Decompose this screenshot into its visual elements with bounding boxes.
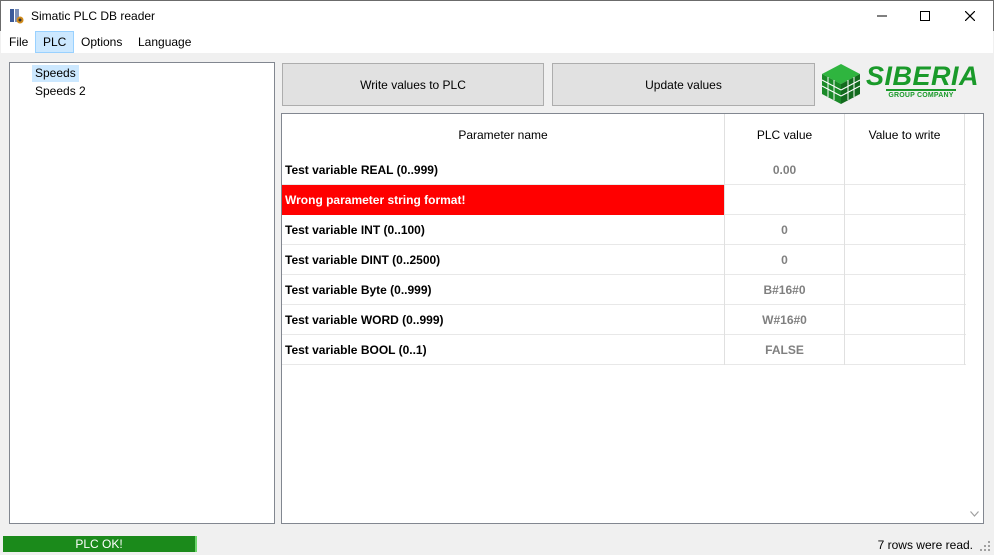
value-to-write-cell[interactable] <box>845 185 965 215</box>
value-to-write-cell[interactable] <box>845 245 965 275</box>
table-row[interactable]: Test variable DINT (0..2500) 0 <box>282 245 966 275</box>
close-icon <box>965 11 975 21</box>
minimize-button[interactable] <box>859 1 905 31</box>
tree-item-speeds-2[interactable]: Speeds 2 <box>32 83 89 100</box>
table-row[interactable]: Test variable WORD (0..999) W#16#0 <box>282 305 966 335</box>
table-row[interactable]: Test variable REAL (0..999) 0.00 <box>282 155 966 185</box>
value-to-write-cell[interactable] <box>845 305 965 335</box>
column-header-value-to-write[interactable]: Value to write <box>845 114 965 155</box>
scroll-down-arrow[interactable] <box>967 507 981 521</box>
update-values-button[interactable]: Update values <box>552 63 815 106</box>
parameter-name-cell: Test variable BOOL (0..1) <box>282 335 725 365</box>
chevron-down-icon <box>969 511 979 517</box>
parameter-name-cell: Test variable Byte (0..999) <box>282 275 725 305</box>
menu-bar: File PLC Options Language <box>1 31 993 53</box>
parameter-name-cell: Test variable INT (0..100) <box>282 215 725 245</box>
menu-language[interactable]: Language <box>131 31 198 53</box>
column-header-plc-value[interactable]: PLC value <box>725 114 845 155</box>
rows-read-status: 7 rows were read. <box>877 538 973 552</box>
maximize-button[interactable] <box>902 1 948 31</box>
plc-value-cell: FALSE <box>725 335 845 365</box>
parameter-name-cell: Test variable WORD (0..999) <box>282 305 725 335</box>
value-to-write-cell[interactable] <box>845 335 965 365</box>
tree-item-speeds[interactable]: Speeds <box>32 65 79 82</box>
resize-grip-icon[interactable] <box>979 540 991 552</box>
plc-status-indicator: PLC OK! <box>3 536 197 552</box>
title-bar: Simatic PLC DB reader <box>0 0 994 31</box>
logo-wordmark: SIBERIA <box>866 61 980 91</box>
table-row[interactable]: Test variable INT (0..100) 0 <box>282 215 966 245</box>
logo-tagline: GROUP COMPANY <box>886 89 956 99</box>
value-to-write-cell[interactable] <box>845 215 965 245</box>
window-title: Simatic PLC DB reader <box>31 9 156 23</box>
plc-value-cell <box>725 185 845 215</box>
minimize-icon <box>877 15 887 17</box>
siberia-logo: SIBERIA GROUP COMPANY <box>822 61 985 104</box>
column-header-parameter-name[interactable]: Parameter name <box>282 114 725 155</box>
app-icon <box>10 9 24 24</box>
status-bar: PLC OK! 7 rows were read. <box>0 533 994 555</box>
table-row[interactable]: Test variable Byte (0..999) B#16#0 <box>282 275 966 305</box>
plc-value-cell: B#16#0 <box>725 275 845 305</box>
parameter-name-cell: Wrong parameter string format! <box>282 185 725 215</box>
maximize-icon <box>920 11 930 21</box>
close-button[interactable] <box>947 1 993 31</box>
menu-options[interactable]: Options <box>74 31 129 53</box>
write-values-button[interactable]: Write values to PLC <box>282 63 544 106</box>
table-row[interactable]: Test variable BOOL (0..1) FALSE <box>282 335 966 365</box>
plc-value-cell: 0.00 <box>725 155 845 185</box>
plc-value-cell: 0 <box>725 245 845 275</box>
cube-logo-icon <box>822 64 860 104</box>
plc-value-cell: 0 <box>725 215 845 245</box>
value-to-write-cell[interactable] <box>845 275 965 305</box>
menu-plc[interactable]: PLC <box>35 31 75 53</box>
parameter-grid[interactable]: Parameter name PLC value Value to write … <box>281 113 984 524</box>
grid-header: Parameter name PLC value Value to write <box>282 114 966 155</box>
menu-file[interactable]: File <box>2 31 35 53</box>
value-to-write-cell[interactable] <box>845 155 965 185</box>
plc-value-cell: W#16#0 <box>725 305 845 335</box>
parameter-name-cell: Test variable REAL (0..999) <box>282 155 725 185</box>
db-tree[interactable]: Speeds Speeds 2 <box>9 62 275 524</box>
parameter-name-cell: Test variable DINT (0..2500) <box>282 245 725 275</box>
table-row-error[interactable]: Wrong parameter string format! <box>282 185 966 215</box>
